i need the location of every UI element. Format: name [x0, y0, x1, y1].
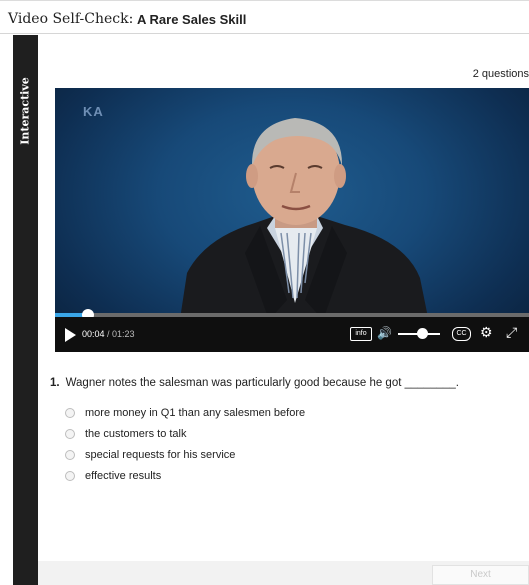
fullscreen-icon[interactable]: ⤢: [506, 324, 517, 341]
volume-icon[interactable]: 🔊: [377, 326, 392, 340]
play-icon[interactable]: [65, 328, 76, 342]
answer-label: special requests for his service: [85, 449, 236, 461]
radio-button[interactable]: [65, 450, 75, 460]
next-button[interactable]: Next: [432, 565, 529, 585]
question-number: 1.: [50, 377, 60, 389]
interactive-sidebar: Interactive: [13, 35, 38, 585]
question-count: 2 questions: [472, 68, 529, 80]
sidebar-label: Interactive: [18, 77, 32, 145]
video-controls: 00:04 / 01:23 info 🔊 CC ⚙ ⤢: [55, 317, 529, 352]
radio-button[interactable]: [65, 429, 75, 439]
total-time: / 01:23: [104, 329, 135, 339]
answer-label: the customers to talk: [85, 428, 187, 440]
answer-label: more money in Q1 than any salesmen befor…: [85, 407, 306, 419]
radio-button[interactable]: [65, 471, 75, 481]
video-time: 00:04 / 01:23: [82, 329, 135, 339]
question-text: Wagner notes the salesman was particular…: [65, 377, 459, 389]
current-time: 00:04: [82, 329, 105, 339]
answer-label: effective results: [85, 470, 162, 482]
header-prefix: Video Self-Check:: [8, 11, 134, 27]
activity-footer: Next: [38, 561, 529, 585]
activity-content: 2 questions KA 00:04 / 01:23 info 🔊 CC ⚙…: [38, 35, 529, 585]
question-prompt: 1. Wagner notes the salesman was particul…: [50, 377, 459, 389]
page-title: A Rare Sales Skill: [137, 12, 247, 27]
volume-slider-handle[interactable]: [417, 328, 428, 339]
closed-captions-button[interactable]: CC: [452, 327, 471, 341]
radio-button[interactable]: [65, 408, 75, 418]
gear-icon[interactable]: ⚙: [480, 324, 493, 341]
page-header: Video Self-Check: A Rare Sales Skill: [0, 0, 529, 34]
info-button[interactable]: info: [350, 327, 372, 341]
